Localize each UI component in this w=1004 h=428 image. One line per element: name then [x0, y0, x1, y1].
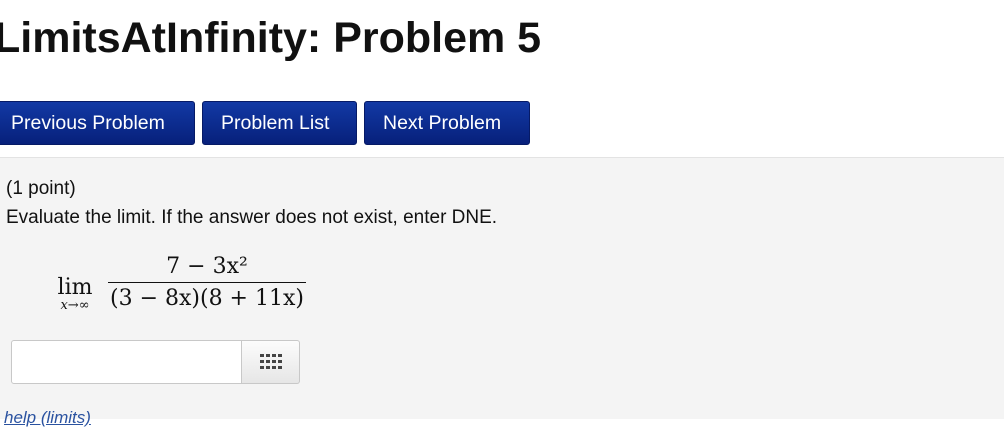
lim-subscript: x→∞ [60, 298, 90, 313]
limit-operator: lim x→∞ [52, 275, 98, 313]
page-title: LimitsAtInfinity: Problem 5 [0, 14, 542, 62]
previous-problem-button[interactable]: Previous Problem [0, 101, 195, 145]
math-keyboard-button[interactable] [242, 340, 300, 384]
answer-row [11, 340, 300, 384]
lim-word: lim [57, 275, 93, 300]
answer-input[interactable] [11, 340, 242, 384]
help-link[interactable]: help (limits) [4, 408, 91, 428]
problem-body: (1 point) Evaluate the limit. If the ans… [0, 157, 1004, 427]
problem-points: (1 point) [6, 178, 76, 199]
next-problem-button[interactable]: Next Problem [364, 101, 530, 145]
keypad-grid-icon [259, 354, 282, 369]
fraction-numerator: 7 − 3x² [166, 254, 248, 279]
fraction-denominator: (3 − 8x)(8 + 11x) [110, 286, 304, 311]
fraction: 7 − 3x² (3 − 8x)(8 + 11x) [106, 254, 308, 311]
problem-list-button[interactable]: Problem List [202, 101, 357, 145]
problem-navigation: Previous Problem Problem List Next Probl… [0, 101, 530, 145]
problem-prompt: Evaluate the limit. If the answer does n… [6, 207, 498, 228]
